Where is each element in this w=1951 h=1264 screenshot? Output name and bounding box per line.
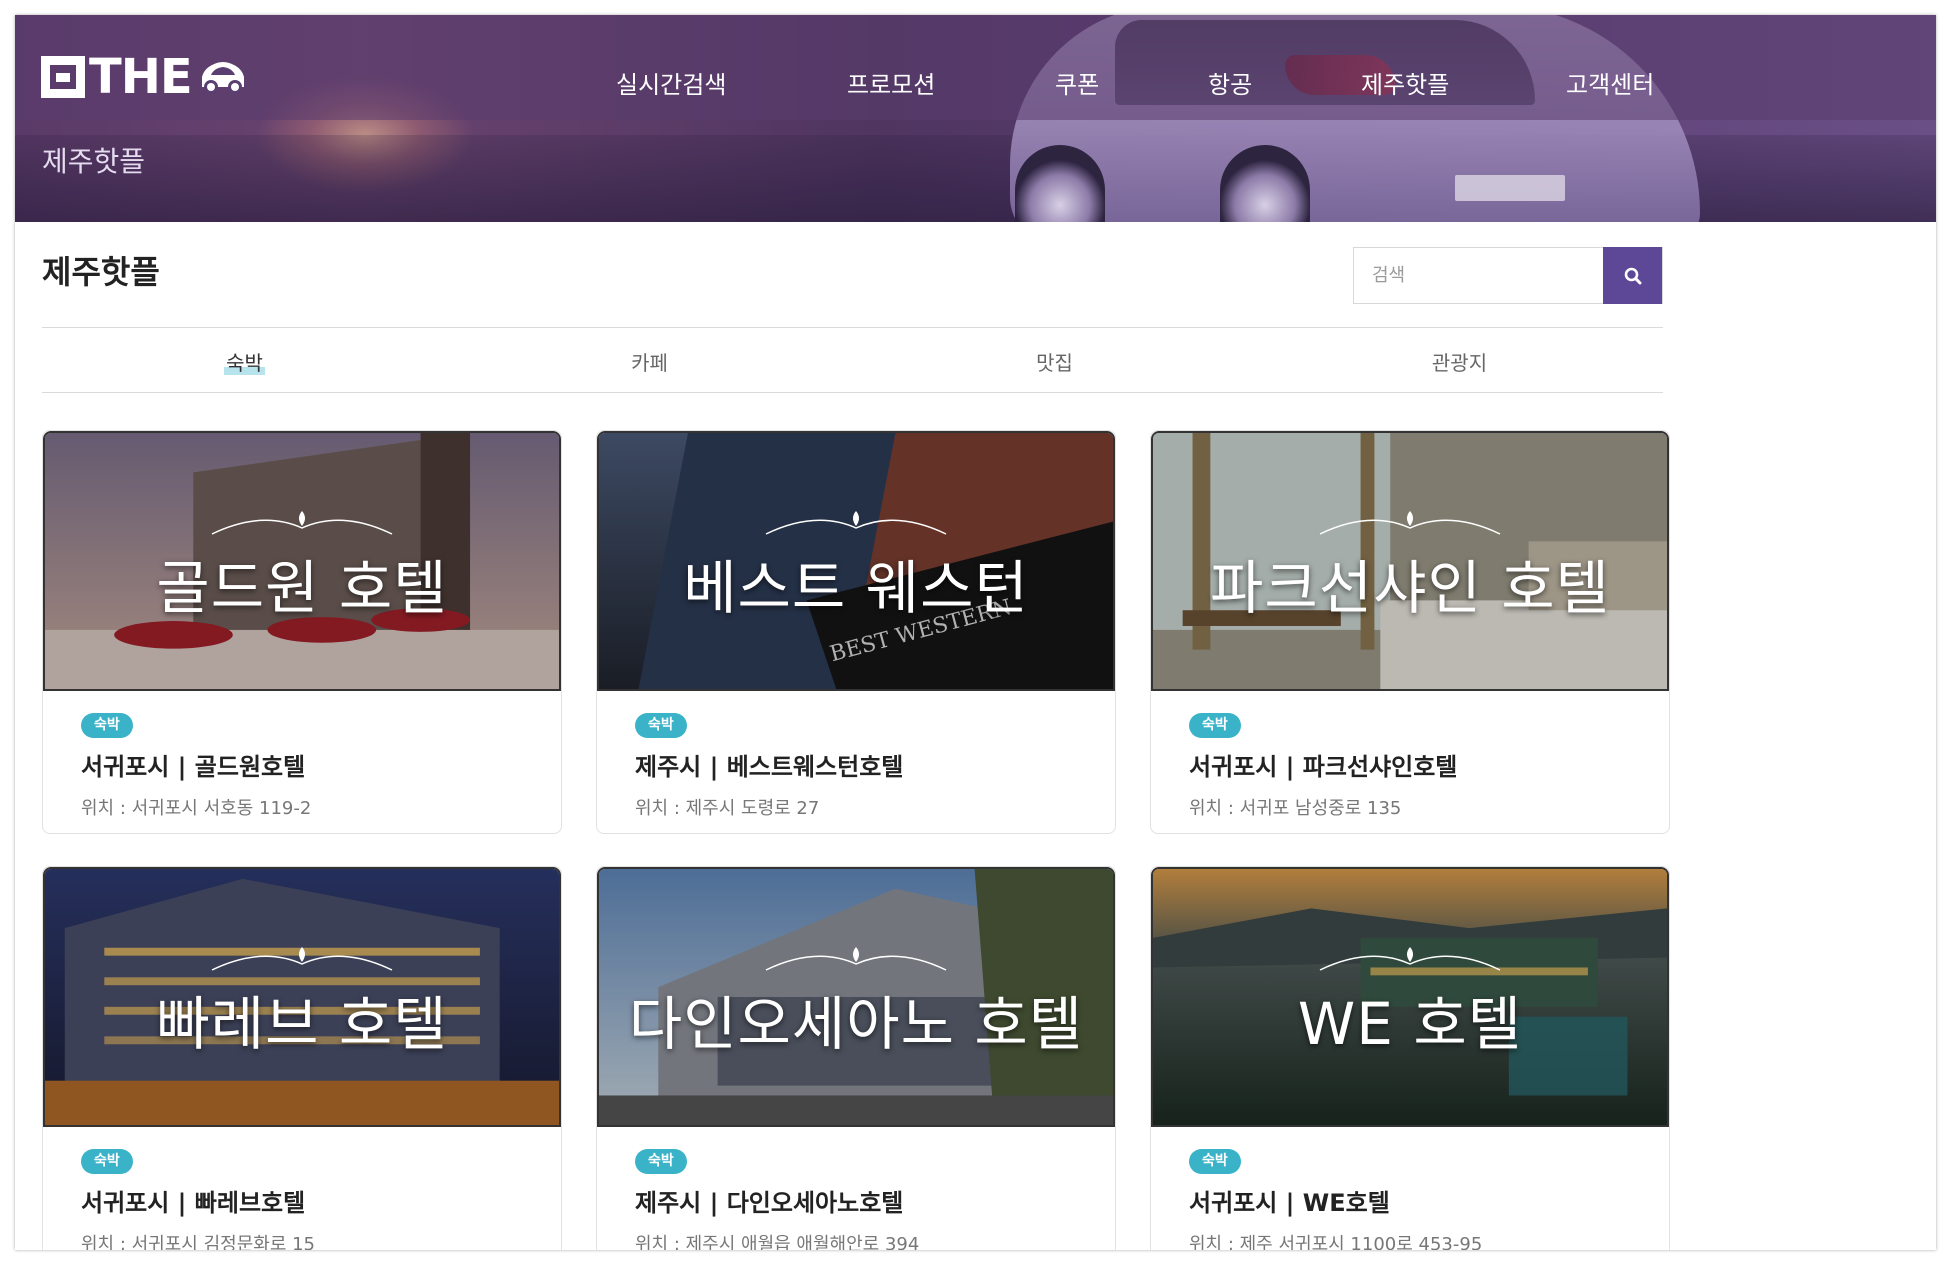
tab-label: 맛집 [1036,350,1073,375]
page-title: 제주핫플 [42,253,160,291]
hotel-card[interactable]: 골드원 호텔 숙박 서귀포시 | 골드원호텔 위치 : 서귀포시 서호동 119… [42,430,562,834]
category-badge: 숙박 [1189,1149,1241,1174]
hotel-card[interactable]: BEST WESTERN 베스트 웨스턴 숙박 제주시 | 베스트웨스턴호텔 위… [596,430,1116,834]
category-badge: 숙박 [81,713,133,738]
hotel-card[interactable]: 다인오세아노 호텔 숙박 제주시 | 다인오세아노호텔 위치 : 제주시 애월읍… [596,866,1116,1250]
nav-item-realtime-search[interactable]: 실시간검색 [616,65,726,100]
category-badge: 숙박 [635,1149,687,1174]
hotel-image: 파크선샤인 호텔 [1151,431,1669,691]
hotel-title: 제주시 | 베스트웨스턴호텔 [635,753,904,781]
main-nav: 실시간검색 프로모션 쿠폰 항공 제주핫플 고객센터 [15,65,1936,105]
hotel-location: 위치 : 서귀포 남성중로 135 [1189,798,1402,819]
hotel-image: 골드원 호텔 [43,431,561,691]
search-button[interactable] [1603,247,1662,304]
category-badge: 숙박 [81,1149,133,1174]
leaf-ornament-icon [765,511,947,535]
leaf-ornament-icon [765,947,947,971]
hotel-image: WE 호텔 [1151,867,1669,1127]
leaf-ornament-icon [211,511,393,535]
tab-label: 숙박 [224,347,265,376]
hotel-image: 빠레브 호텔 [43,867,561,1127]
hotel-card[interactable]: WE 호텔 숙박 서귀포시 | WE호텔 위치 : 제주 서귀포시 1100로 … [1150,866,1670,1250]
search-icon [1624,267,1641,284]
hotel-image-title: 파크선샤인 호텔 [1210,554,1610,622]
search-box [1353,247,1663,304]
hotel-location: 위치 : 제주시 애월읍 애월해안로 394 [635,1234,920,1250]
tab-lodging[interactable]: 숙박 [42,328,447,394]
hotel-image: 다인오세아노 호텔 [597,867,1115,1127]
leaf-ornament-icon [211,947,393,971]
hotel-image-title: 빠레브 호텔 [156,990,448,1058]
tab-attraction[interactable]: 관광지 [1257,328,1662,394]
nav-item-jeju-hotplace[interactable]: 제주핫플 [1361,65,1449,100]
nav-item-promotion[interactable]: 프로모션 [847,65,935,100]
hero-banner: THE 실시간검색 프로모션 쿠폰 항공 제주핫플 고객센터 제주핫플 [15,15,1936,222]
category-badge: 숙박 [635,713,687,738]
hotel-image-title: WE 호텔 [1297,990,1523,1058]
leaf-ornament-icon [1319,947,1501,971]
hotel-location: 위치 : 서귀포시 서호동 119-2 [81,798,312,819]
tab-label: 카페 [631,350,668,375]
hotel-location: 위치 : 제주 서귀포시 1100로 453-95 [1189,1234,1483,1250]
hotel-image-title: 골드원 호텔 [156,554,448,622]
tab-restaurant[interactable]: 맛집 [852,328,1257,394]
hotel-title: 서귀포시 | 파크선샤인호텔 [1189,753,1458,781]
search-input[interactable] [1354,248,1603,303]
hotel-image: BEST WESTERN 베스트 웨스턴 [597,431,1115,691]
hotel-image-title: 다인오세아노 호텔 [628,990,1084,1058]
hotel-location: 위치 : 서귀포시 김정문화로 15 [81,1234,316,1250]
hotel-image-title: 베스트 웨스턴 [683,554,1029,622]
hotel-title: 서귀포시 | 골드원호텔 [81,753,306,781]
tab-label: 관광지 [1431,350,1488,375]
category-badge: 숙박 [1189,713,1241,738]
hero-subtitle: 제주핫플 [42,145,146,178]
nav-item-customer-center[interactable]: 고객센터 [1566,65,1654,100]
tab-cafe[interactable]: 카페 [447,328,852,394]
nav-item-flight[interactable]: 항공 [1208,65,1252,100]
hotel-title: 서귀포시 | 빠레브호텔 [81,1189,306,1217]
hotel-card[interactable]: 빠레브 호텔 숙박 서귀포시 | 빠레브호텔 위치 : 서귀포시 김정문화로 1… [42,866,562,1250]
nav-item-coupon[interactable]: 쿠폰 [1055,65,1099,100]
hotel-card[interactable]: 파크선샤인 호텔 숙박 서귀포시 | 파크선샤인호텔 위치 : 서귀포 남성중로… [1150,430,1670,834]
hotel-title: 제주시 | 다인오세아노호텔 [635,1189,904,1217]
hotel-location: 위치 : 제주시 도령로 27 [635,798,820,819]
page: THE 실시간검색 프로모션 쿠폰 항공 제주핫플 고객센터 제주핫플 제주핫플 [15,15,1936,1250]
leaf-ornament-icon [1319,511,1501,535]
hotel-title: 서귀포시 | WE호텔 [1189,1189,1390,1217]
category-tabs: 숙박 카페 맛집 관광지 [42,327,1663,393]
